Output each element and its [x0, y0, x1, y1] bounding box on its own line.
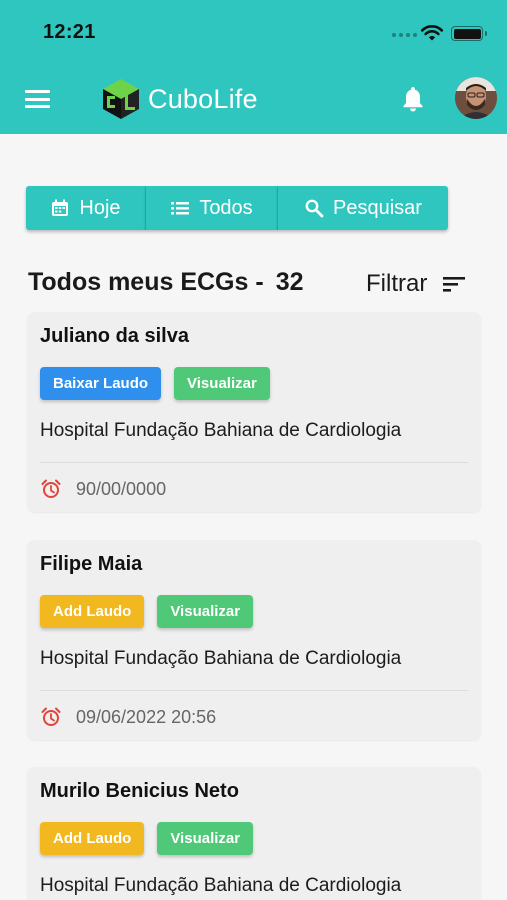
download-report-button[interactable]: Baixar Laudo [40, 367, 162, 400]
cube-logo-icon [103, 79, 139, 119]
patient-name: Juliano da silva [40, 325, 189, 347]
hamburger-menu-icon[interactable] [25, 90, 50, 108]
card-actions: Baixar Laudo Visualizar [40, 367, 270, 400]
hospital-name: Hospital Fundação Bahiana de Cardiologia [40, 420, 402, 441]
status-time: 12:21 [43, 21, 96, 43]
card-divider [40, 462, 468, 463]
view-button[interactable]: Visualizar [174, 367, 270, 400]
hospital-name: Hospital Fundação Bahiana de Cardiologia [40, 648, 402, 669]
add-report-button[interactable]: Add Laudo [40, 595, 145, 628]
filter-today-button[interactable]: Hoje [26, 186, 146, 230]
bell-icon[interactable] [401, 85, 425, 112]
filter-tabs: Hoje Todos Pesquisar [26, 186, 448, 230]
sort-icon [443, 277, 466, 292]
filter-label: Filtrar [366, 270, 428, 297]
alarm-clock-icon [41, 479, 61, 498]
cellular-signal-icon [392, 33, 417, 37]
card-divider [40, 690, 468, 691]
app-header: 12:21 CuboLife [0, 0, 507, 134]
view-button[interactable]: Visualizar [157, 822, 254, 855]
status-bar: 12:21 [0, 0, 507, 62]
ecg-card: Juliano da silva Baixar Laudo Visualizar… [27, 312, 481, 512]
battery-icon [451, 26, 487, 41]
patient-name: Murilo Benicius Neto [40, 780, 239, 802]
filter-search-button[interactable]: Pesquisar [278, 186, 448, 230]
ecg-card: Murilo Benicius Neto Add Laudo Visualiza… [27, 767, 481, 900]
user-avatar[interactable] [455, 77, 497, 119]
search-icon [305, 199, 324, 218]
list-icon [171, 202, 190, 215]
ecg-card: Filipe Maia Add Laudo Visualizar Hospita… [27, 540, 481, 740]
card-actions: Add Laudo Visualizar [40, 595, 254, 628]
filter-all-button[interactable]: Todos [146, 186, 278, 230]
sort-filter-button[interactable]: Filtrar [366, 270, 467, 298]
ecg-date: 09/06/2022 20:56 [76, 706, 217, 727]
filter-search-label: Pesquisar [333, 196, 422, 219]
ecg-date: 90/00/0000 [76, 478, 167, 499]
wifi-icon [420, 25, 444, 41]
calendar-icon [52, 199, 69, 216]
alarm-clock-icon [41, 707, 61, 726]
add-report-button[interactable]: Add Laudo [40, 822, 145, 855]
list-count: 32 [275, 268, 304, 296]
patient-name: Filipe Maia [40, 553, 143, 575]
card-actions: Add Laudo Visualizar [40, 822, 254, 855]
hospital-name: Hospital Fundação Bahiana de Cardiologia [40, 875, 402, 896]
brand-name: CuboLife [148, 83, 258, 114]
view-button[interactable]: Visualizar [157, 595, 254, 628]
list-title-text: Todos meus ECGs - [28, 268, 264, 296]
filter-today-label: Hoje [79, 196, 121, 219]
ecg-date-row: 90/00/0000 [40, 478, 166, 500]
filter-all-label: Todos [199, 196, 253, 219]
list-title: Todos meus ECGs - 32 [28, 268, 304, 297]
ecg-date-row: 09/06/2022 20:56 [40, 706, 216, 728]
app-logo: CuboLife [101, 78, 258, 120]
